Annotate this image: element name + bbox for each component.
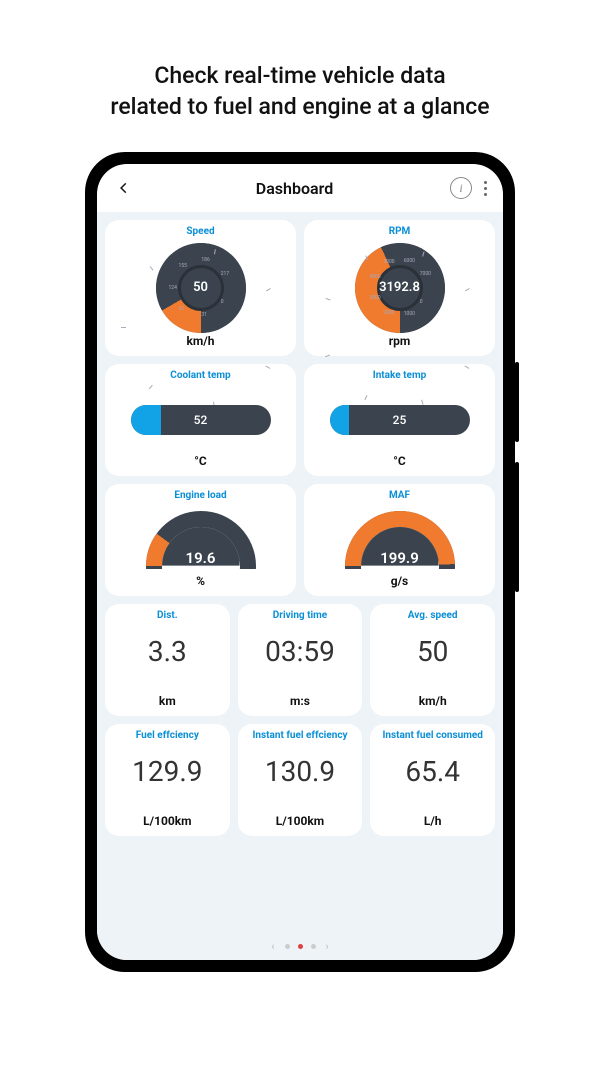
half-gauge-maf: 199.9 [345, 511, 455, 569]
gauge-value: 52 [194, 413, 208, 427]
app-header: Dashboard i [97, 164, 503, 212]
gauge-unit: rpm [389, 334, 411, 348]
promo-line1: Check real-time vehicle data [20, 60, 580, 91]
gauge-title: RPM [389, 226, 411, 237]
stat-unit: L/100km [276, 814, 324, 828]
pill-coolant: 52 [131, 405, 271, 435]
half-gauge-engine-load: 19.6 [146, 511, 256, 569]
pill-intake: 25 [330, 405, 470, 435]
promo-line2: related to fuel and engine at a glance [20, 91, 580, 122]
stat-unit: km [159, 694, 176, 708]
gauge-value: 19.6 [146, 549, 256, 567]
info-icon[interactable]: i [450, 177, 472, 199]
phone-screen: Dashboard i Speed 03162124155186217 50 [97, 164, 503, 960]
dashboard: Speed 03162124155186217 50 km/h RPM [97, 212, 503, 932]
stat-title: Avg. speed [408, 610, 458, 621]
gauge-title: MAF [389, 490, 410, 501]
gauge-unit: km/h [187, 334, 215, 348]
stat-title: Fuel effciency [136, 730, 199, 741]
gauge-speed[interactable]: Speed 03162124155186217 50 km/h [105, 220, 296, 356]
gauge-title: Intake temp [373, 370, 426, 381]
stat-unit: L/h [424, 814, 442, 828]
phone-frame: Dashboard i Speed 03162124155186217 50 [85, 152, 515, 972]
stat-value: 50 [417, 635, 448, 668]
stat-card[interactable]: Driving time 03:59 m:s [238, 604, 363, 716]
gauge-rpm[interactable]: RPM 01000200030004000500060007000 3192.8… [304, 220, 495, 356]
gauge-maf[interactable]: MAF 199.9 g/s [304, 484, 495, 596]
pager-dot[interactable] [298, 944, 303, 949]
stat-unit: L/100km [143, 814, 191, 828]
stat-title: Instant fuel consumed [382, 730, 482, 741]
stat-title: Instant fuel effciency [252, 730, 347, 741]
stat-card[interactable]: Avg. speed 50 km/h [370, 604, 495, 716]
gauge-unit: °C [194, 454, 207, 468]
gauge-value: 50 [193, 280, 208, 295]
gauge-unit: % [196, 574, 205, 588]
gauge-unit: g/s [391, 574, 408, 588]
pager-dot[interactable] [285, 944, 290, 949]
stat-card[interactable]: Instant fuel consumed 65.4 L/h [370, 724, 495, 836]
promo-text: Check real-time vehicle data related to … [0, 0, 600, 152]
page-title: Dashboard [139, 179, 450, 198]
gauge-value: 3192.8 [379, 280, 420, 295]
gauge-value: 199.9 [345, 549, 455, 567]
stat-value: 03:59 [265, 635, 335, 668]
stat-card[interactable]: Fuel effciency 129.9 L/100km [105, 724, 230, 836]
gauge-title: Coolant temp [170, 370, 230, 381]
back-icon[interactable] [109, 172, 139, 205]
more-icon[interactable] [480, 177, 491, 200]
stat-unit: km/h [419, 694, 447, 708]
gauge-title: Engine load [174, 490, 226, 501]
gauge-coolant[interactable]: Coolant temp 52 °C [105, 364, 296, 476]
gauge-engine-load[interactable]: Engine load 19.6 % [105, 484, 296, 596]
stat-value: 65.4 [405, 755, 460, 788]
gauge-intake[interactable]: Intake temp 25 °C [304, 364, 495, 476]
stat-title: Driving time [273, 610, 327, 621]
pager-prev-icon[interactable]: ‹ [271, 940, 274, 953]
stat-title: Dist. [157, 610, 178, 621]
stat-value: 129.9 [132, 755, 202, 788]
dial-rpm: 01000200030004000500060007000 3192.8 [355, 243, 445, 333]
stat-value: 3.3 [148, 635, 187, 668]
stat-card[interactable]: Instant fuel effciency 130.9 L/100km [238, 724, 363, 836]
pager-dot[interactable] [311, 944, 316, 949]
gauge-title: Speed [186, 226, 214, 237]
stat-card[interactable]: Dist. 3.3 km [105, 604, 230, 716]
pager-next-icon[interactable]: › [326, 940, 329, 953]
stat-unit: m:s [290, 694, 310, 708]
dial-speed: 03162124155186217 50 [156, 243, 246, 333]
gauge-unit: °C [393, 454, 406, 468]
stat-value: 130.9 [265, 755, 335, 788]
gauge-value: 25 [393, 413, 407, 427]
pager: ‹ › [97, 932, 503, 960]
